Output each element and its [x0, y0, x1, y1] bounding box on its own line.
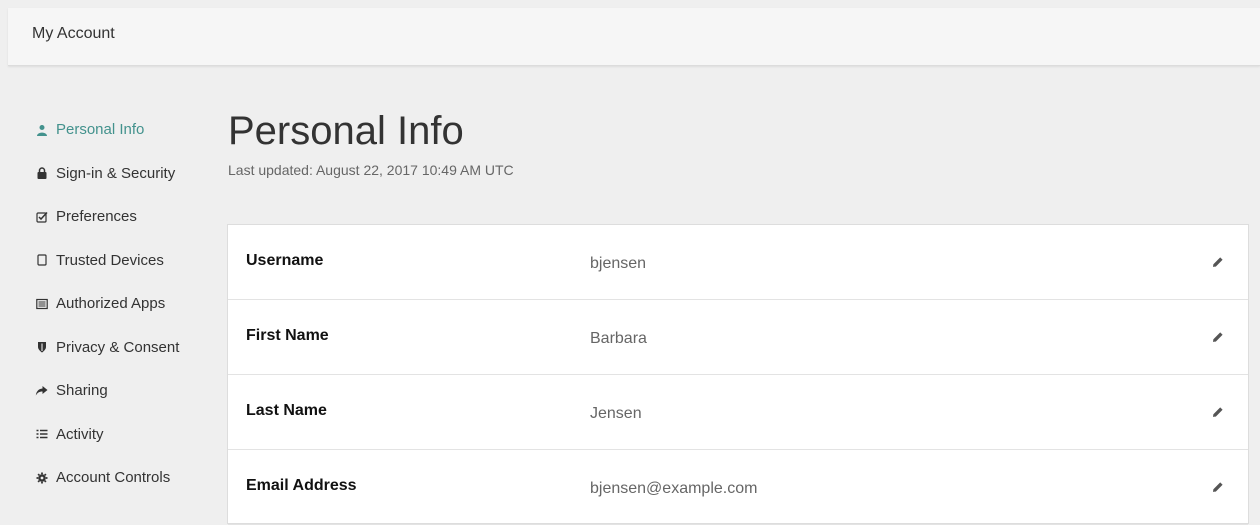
field-label: Email Address — [246, 477, 357, 494]
sidebar-nav: Personal Info Sign-in & Security Prefere… — [35, 108, 210, 500]
field-value: bjensen — [590, 255, 647, 272]
share-arrow-icon — [35, 384, 48, 397]
sidebar-item-account-controls[interactable]: Account Controls — [35, 456, 210, 500]
top-header: My Account — [8, 8, 1260, 66]
sidebar-item-label: Personal Info — [56, 121, 145, 139]
device-icon — [35, 254, 48, 267]
shield-icon — [35, 341, 48, 354]
pencil-icon[interactable] — [1211, 330, 1225, 344]
checkbox-icon — [35, 210, 48, 223]
sidebar-item-trusted-devices[interactable]: Trusted Devices — [35, 239, 210, 283]
personal-info-panel: Username bjensen First Name Barbara Last… — [227, 224, 1249, 525]
sidebar-item-sharing[interactable]: Sharing — [35, 369, 210, 413]
field-label: Last Name — [246, 402, 327, 419]
sidebar-item-label: Activity — [56, 425, 104, 443]
pencil-icon[interactable] — [1211, 255, 1225, 269]
last-updated-text: Last updated: August 22, 2017 10:49 AM U… — [228, 162, 514, 178]
pencil-icon[interactable] — [1211, 480, 1225, 494]
sidebar-item-label: Preferences — [56, 208, 137, 226]
field-row-first-name[interactable]: First Name Barbara — [228, 300, 1248, 375]
gear-icon — [35, 471, 48, 484]
sidebar-item-preferences[interactable]: Preferences — [35, 195, 210, 239]
sidebar-item-label: Authorized Apps — [56, 295, 166, 313]
field-row-last-name[interactable]: Last Name Jensen — [228, 375, 1248, 450]
sidebar-item-label: Account Controls — [56, 469, 171, 487]
main-content: Personal Info Last updated: August 22, 2… — [228, 103, 1248, 178]
sidebar-item-label: Trusted Devices — [56, 251, 164, 269]
field-row-username[interactable]: Username bjensen — [228, 225, 1248, 300]
pencil-icon[interactable] — [1211, 405, 1225, 419]
app-title: My Account — [32, 25, 115, 42]
sidebar-item-label: Sharing — [56, 382, 108, 400]
field-value: bjensen@example.com — [590, 480, 758, 497]
field-label: Username — [246, 252, 324, 269]
page-title: Personal Info — [228, 109, 464, 153]
field-label: First Name — [246, 327, 329, 344]
sidebar-item-activity[interactable]: Activity — [35, 413, 210, 457]
list-box-icon — [35, 297, 48, 310]
lock-icon — [35, 167, 48, 180]
sidebar-item-sign-in-security[interactable]: Sign-in & Security — [35, 152, 210, 196]
list-icon — [35, 428, 48, 441]
sidebar-item-label: Sign-in & Security — [56, 164, 176, 182]
sidebar-item-privacy-consent[interactable]: Privacy & Consent — [35, 326, 210, 370]
sidebar-item-label: Privacy & Consent — [56, 338, 180, 356]
sidebar-item-authorized-apps[interactable]: Authorized Apps — [35, 282, 210, 326]
field-row-email-address[interactable]: Email Address bjensen@example.com — [228, 450, 1248, 525]
field-value: Barbara — [590, 330, 647, 347]
field-value: Jensen — [590, 405, 642, 422]
user-icon — [35, 123, 48, 136]
sidebar-item-personal-info[interactable]: Personal Info — [35, 108, 210, 152]
